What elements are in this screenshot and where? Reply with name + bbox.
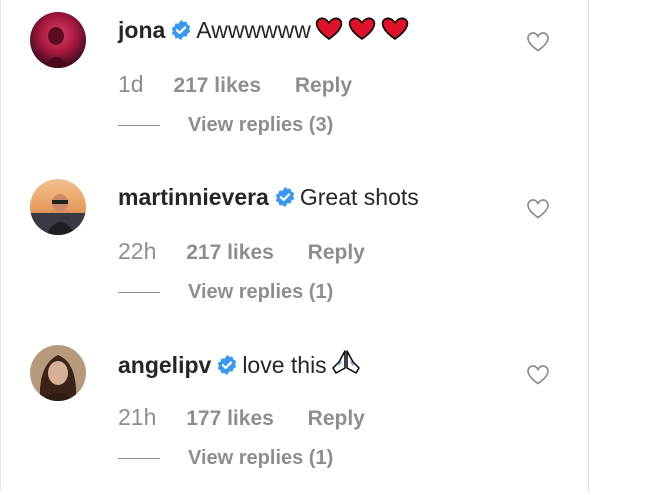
view-replies-label: View replies (1) [188,281,334,303]
replies-divider [118,458,160,460]
reply-button[interactable]: Reply [295,74,352,98]
comment-item: jona Awwwwww 1d 217 likes Reply View repl… [0,12,588,162]
view-replies-button[interactable]: View replies (1) [118,281,333,304]
reply-button[interactable]: Reply [308,407,365,431]
likes-count[interactable]: 217 likes [186,241,274,265]
username-link[interactable]: angelipv [118,352,211,378]
comment-time[interactable]: 21h [118,404,156,431]
username-link[interactable]: martinnievera [118,184,269,210]
comment-text: love this [242,352,327,378]
comment-time[interactable]: 22h [118,238,156,265]
likes-count[interactable]: 177 likes [186,407,274,431]
comment-meta: 21h 177 likes Reply [118,404,365,431]
comment-line: angelipv love this [118,348,362,383]
verified-badge-icon [275,186,295,208]
comment-meta: 1d 217 likes Reply [118,71,352,98]
verified-badge-icon [172,19,191,41]
comment-line: jona Awwwwww [118,15,410,48]
heart-emoji-icon [314,15,410,48]
verified-badge-icon [218,354,237,376]
view-replies-button[interactable]: View replies (1) [118,447,333,470]
replies-divider [118,125,160,127]
comment-meta: 22h 217 likes Reply [118,238,365,265]
view-replies-label: View replies (3) [188,114,334,136]
comment-line: martinnievera Great shots [118,182,419,212]
comments-panel: jona Awwwwww 1d 217 likes Reply View repl… [0,0,589,491]
replies-divider [118,292,160,294]
comment-item: angelipv love this 21h 177 likes Reply Vi… [0,345,588,495]
avatar[interactable] [30,179,86,235]
like-heart-icon[interactable] [526,30,550,54]
view-replies-label: View replies (1) [188,447,334,469]
reply-button[interactable]: Reply [308,241,365,265]
comment-item: martinnievera Great shots 22h 217 likes R… [0,179,588,329]
comment-text: Great shots [299,184,419,210]
username-link[interactable]: jona [118,17,165,43]
like-heart-icon[interactable] [526,363,550,387]
likes-count[interactable]: 217 likes [173,74,261,98]
comment-time[interactable]: 1d [118,71,144,98]
folded-hands-emoji-icon [330,348,362,383]
like-heart-icon[interactable] [526,197,550,221]
view-replies-button[interactable]: View replies (3) [118,114,333,137]
avatar[interactable] [30,12,86,68]
avatar[interactable] [30,345,86,401]
comment-text: Awwwwww [196,17,311,43]
